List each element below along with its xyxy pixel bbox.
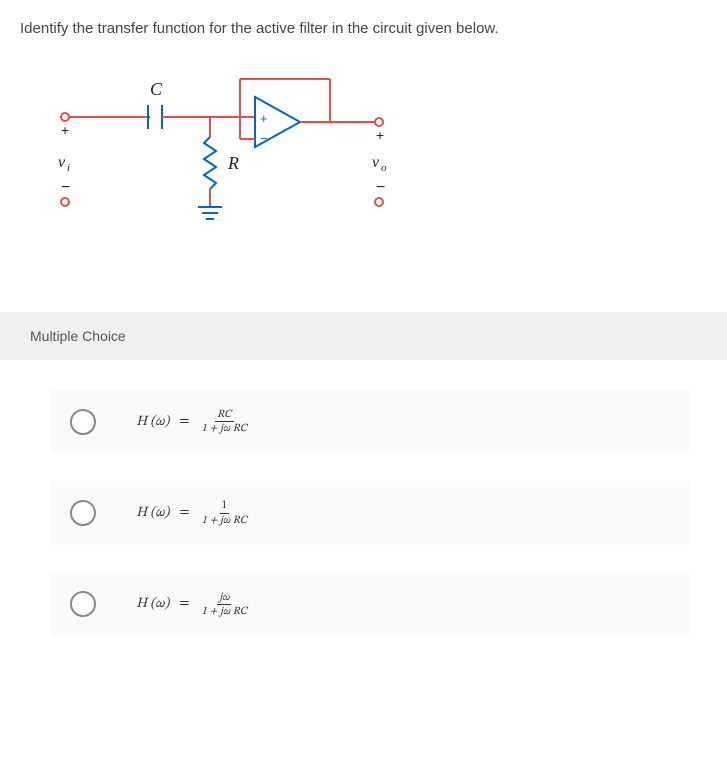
option-2[interactable]: H (ω) = 1 1 + jω RC: [50, 481, 690, 544]
circuit-svg: C R + − v i + − +: [50, 67, 410, 247]
resistor-label: R: [227, 153, 239, 173]
mc-header: Multiple Choice: [0, 312, 727, 360]
formula-2: H (ω) = 1 1 + jω RC: [136, 499, 249, 526]
formula-3: H (ω) = jω 1 + jω RC: [136, 591, 249, 618]
question-text: Identify the transfer function for the a…: [20, 20, 707, 37]
svg-text:−: −: [260, 131, 268, 146]
option-3[interactable]: H (ω) = jω 1 + jω RC: [50, 573, 690, 636]
svg-text:i: i: [67, 162, 70, 174]
option-1[interactable]: H (ω) = RC 1 + jω RC: [50, 390, 690, 453]
input-label: v: [58, 154, 66, 171]
circuit-diagram: C R + − v i + − +: [20, 67, 707, 312]
svg-text:−: −: [61, 179, 70, 196]
svg-text:+: +: [376, 127, 384, 143]
radio-1[interactable]: [70, 409, 96, 435]
formula-1: H (ω) = RC 1 + jω RC: [136, 408, 249, 435]
svg-text:−: −: [376, 179, 385, 196]
radio-2[interactable]: [70, 500, 96, 526]
svg-text:+: +: [260, 111, 268, 126]
output-label: v: [372, 154, 380, 171]
svg-text:o: o: [381, 162, 387, 174]
radio-3[interactable]: [70, 591, 96, 617]
svg-text:+: +: [61, 122, 69, 138]
capacitor-label: C: [150, 79, 163, 99]
